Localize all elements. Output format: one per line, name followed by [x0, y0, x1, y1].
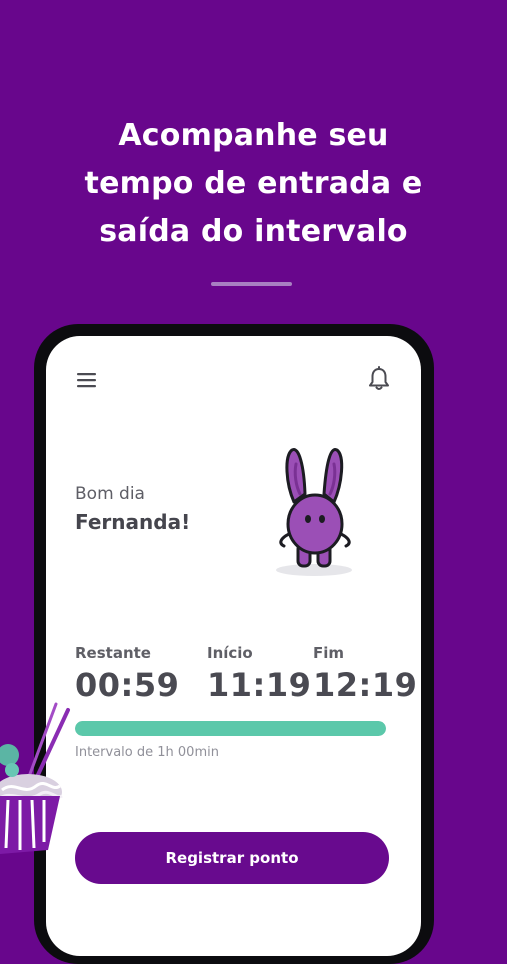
stat-start-label: Início: [207, 644, 253, 662]
food-bowl-illustration: [0, 700, 72, 870]
stat-end-label: Fim: [313, 644, 345, 662]
stat-end-value: 12:19: [313, 666, 418, 704]
headline-divider: [211, 282, 292, 286]
headline-line-2: tempo de entrada e: [84, 166, 423, 201]
headline-line-3: saída do intervalo: [99, 214, 408, 249]
interval-duration-note: Intervalo de 1h 00min: [75, 745, 219, 760]
register-button[interactable]: Registrar ponto: [75, 832, 389, 884]
greeting-text: Bom dia: [75, 484, 145, 504]
bell-icon[interactable]: [367, 366, 391, 392]
bunny-mascot: [272, 444, 360, 580]
phone-screen: Bom dia Fernanda! Restante 00:59 Início …: [46, 336, 421, 956]
headline-line-1: Acompanhe seu: [118, 118, 389, 153]
stat-start-value: 11:19: [207, 666, 312, 704]
headline: Acompanhe seu tempo de entrada e saída d…: [0, 112, 507, 256]
stat-remaining-label: Restante: [75, 644, 151, 662]
stat-remaining: Restante 00:59: [75, 644, 179, 704]
user-name: Fernanda!: [75, 510, 191, 534]
stat-remaining-value: 00:59: [75, 666, 180, 704]
stat-start: Início 11:19: [207, 644, 311, 704]
interval-progress-fill: [75, 721, 386, 736]
stat-end: Fim 12:19: [313, 644, 417, 704]
interval-progress-bar: [75, 721, 386, 736]
menu-icon[interactable]: [76, 371, 98, 389]
